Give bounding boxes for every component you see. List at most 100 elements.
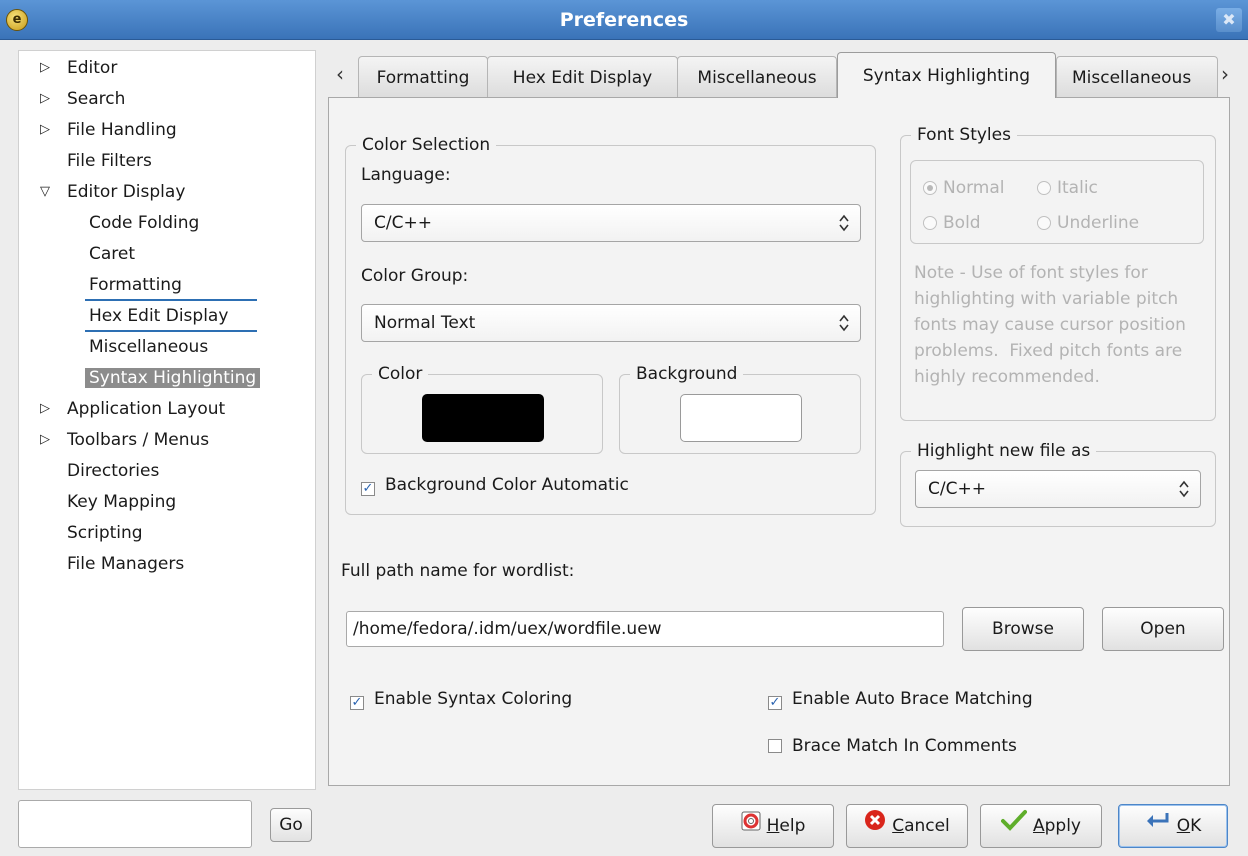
tree-item-label: Caret (89, 244, 136, 264)
tab-scroll-right-icon[interactable]: › (1221, 62, 1229, 86)
expand-arrow-icon[interactable]: ▷ (37, 116, 53, 144)
drop-indicator (85, 330, 257, 332)
tree-item-toolbars-menus[interactable]: ▷ Toolbars / Menus (40, 426, 209, 454)
language-value: C/C++ (374, 213, 432, 233)
tree-item-file-filters[interactable]: File Filters (67, 147, 152, 175)
radio-icon[interactable] (1037, 181, 1051, 195)
tree-item-label: Hex Edit Display (89, 306, 229, 326)
cancel-icon (864, 805, 886, 847)
cancel-button[interactable]: Cancel (846, 804, 968, 848)
background-swatch-button[interactable] (680, 394, 802, 442)
tree-item-syntax-highlighting[interactable]: Syntax Highlighting (85, 364, 261, 392)
category-tree[interactable]: ▷ Editor ▷ Search ▷ File Handling File F… (18, 50, 316, 790)
checkbox-checked-icon[interactable]: ✓ (768, 696, 782, 710)
tree-item-editor-display[interactable]: ▽ Editor Display (40, 178, 186, 206)
background-title: Background (630, 362, 744, 386)
updown-arrows-icon (838, 205, 850, 246)
tree-item-hex-edit-display[interactable]: Hex Edit Display (89, 302, 228, 330)
tree-item-key-mapping[interactable]: Key Mapping (67, 488, 176, 516)
help-button[interactable]: Help (712, 804, 834, 848)
tree-item-label: Directories (67, 461, 160, 481)
group-title: Font Styles (911, 123, 1017, 147)
color-group-value: Normal Text (374, 313, 476, 333)
tree-item-label: Formatting (89, 275, 182, 295)
enter-arrow-icon (1145, 805, 1171, 847)
checkbox-unchecked-icon[interactable] (768, 739, 782, 753)
tree-item-directories[interactable]: Directories (67, 457, 159, 485)
go-button[interactable]: Go (270, 808, 312, 842)
tree-item-editor[interactable]: ▷ Editor (40, 54, 118, 82)
tree-item-file-handling[interactable]: ▷ File Handling (40, 116, 177, 144)
tree-search-input[interactable] (18, 800, 252, 848)
group-title: Highlight new file as (911, 439, 1097, 463)
highlight-new-value: C/C++ (928, 479, 986, 499)
lifebuoy-icon (741, 805, 761, 847)
highlight-new-combo[interactable]: C/C++ (915, 470, 1201, 508)
close-icon[interactable]: ✖ (1216, 8, 1242, 32)
apply-button[interactable]: Apply (980, 804, 1102, 848)
tab-miscellaneous-2[interactable]: Miscellaneous (1056, 56, 1218, 98)
radio-icon[interactable] (923, 216, 937, 230)
color-swatch-button[interactable] (422, 394, 544, 442)
tree-item-label: Editor Display (67, 182, 186, 202)
language-combo[interactable]: C/C++ (361, 204, 861, 242)
normal-radio[interactable]: Normal (923, 176, 1005, 200)
expand-arrow-icon[interactable]: ▷ (37, 54, 53, 82)
tree-item-label: Application Layout (67, 399, 226, 419)
color-title: Color (372, 362, 429, 386)
color-subgroup: Color (361, 362, 603, 454)
tab-scroll-left-icon[interactable]: ‹ (336, 62, 344, 86)
tab-miscellaneous[interactable]: Miscellaneous (677, 56, 837, 98)
tree-item-miscellaneous[interactable]: Miscellaneous (89, 333, 208, 361)
tab-syntax-highlighting[interactable]: Syntax Highlighting (837, 52, 1056, 98)
radio-selected-icon[interactable] (923, 181, 937, 195)
tab-formatting[interactable]: Formatting (358, 56, 488, 98)
tree-item-label: Editor (67, 58, 118, 78)
tab-page: Color Selection Language: C/C++ Color Gr… (328, 97, 1230, 786)
expand-arrow-icon[interactable]: ▷ (37, 426, 53, 454)
brace-comments-checkbox[interactable]: Brace Match In Comments (768, 734, 1017, 758)
font-styles-group: Font Styles Normal Italic Bold Underline… (900, 123, 1216, 421)
ok-button[interactable]: OK (1118, 804, 1228, 848)
tree-item-label: Key Mapping (67, 492, 177, 512)
group-title: Color Selection (356, 133, 497, 157)
tree-item-label: File Managers (67, 554, 185, 574)
checkbox-checked-icon[interactable]: ✓ (350, 696, 364, 710)
radio-icon[interactable] (1037, 216, 1051, 230)
wordlist-label: Full path name for wordlist: (341, 561, 575, 581)
tab-strip: ‹ Formatting Hex Edit Display Miscellane… (328, 52, 1229, 98)
syntax-coloring-checkbox[interactable]: ✓ Enable Syntax Coloring (350, 687, 572, 711)
tree-item-code-folding[interactable]: Code Folding (89, 209, 199, 237)
highlight-new-group: Highlight new file as C/C++ (900, 439, 1216, 527)
language-label: Language: (361, 165, 451, 185)
color-group-combo[interactable]: Normal Text (361, 304, 861, 342)
expand-arrow-icon[interactable]: ▷ (37, 85, 53, 113)
tree-item-label: Search (67, 89, 126, 109)
underline-radio[interactable]: Underline (1037, 211, 1139, 235)
color-selection-group: Color Selection Language: C/C++ Color Gr… (345, 133, 876, 515)
tree-item-scripting[interactable]: Scripting (67, 519, 143, 547)
tree-item-search[interactable]: ▷ Search (40, 85, 126, 113)
browse-button[interactable]: Browse (962, 607, 1084, 651)
tree-item-caret[interactable]: Caret (89, 240, 135, 268)
open-button[interactable]: Open (1102, 607, 1224, 651)
tree-item-label: File Filters (67, 151, 152, 171)
auto-brace-checkbox[interactable]: ✓ Enable Auto Brace Matching (768, 687, 1033, 711)
checkmark-icon (1000, 805, 1027, 847)
tree-item-label: Scripting (67, 523, 143, 543)
tree-item-label: File Handling (67, 120, 177, 140)
drop-indicator (85, 299, 257, 301)
tree-item-application-layout[interactable]: ▷ Application Layout (40, 395, 226, 423)
expand-arrow-icon[interactable]: ▷ (37, 395, 53, 423)
tree-item-formatting[interactable]: Formatting (89, 271, 182, 299)
tab-hex-edit-display[interactable]: Hex Edit Display (487, 56, 678, 98)
checkbox-checked-icon[interactable]: ✓ (361, 482, 375, 496)
wordlist-path-input[interactable]: /home/fedora/.idm/uex/wordfile.uew (346, 611, 944, 647)
collapse-arrow-icon[interactable]: ▽ (37, 178, 53, 206)
italic-radio[interactable]: Italic (1037, 176, 1098, 200)
bold-radio[interactable]: Bold (923, 211, 981, 235)
bg-auto-checkbox[interactable]: ✓ Background Color Automatic (361, 473, 629, 497)
updown-arrows-icon (1178, 471, 1190, 512)
tree-item-file-managers[interactable]: File Managers (67, 550, 184, 578)
bg-auto-label: Background Color Automatic (385, 475, 629, 495)
